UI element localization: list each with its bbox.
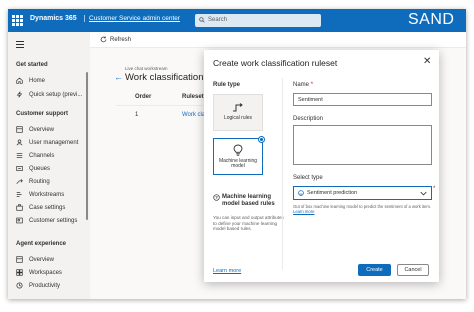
help-icon: ? bbox=[213, 194, 220, 201]
back-arrow-icon[interactable]: ← bbox=[114, 72, 123, 82]
sidebar-item-label: Customer settings bbox=[29, 217, 78, 224]
info-heading: ? Machine learning model based rules bbox=[213, 194, 287, 208]
option-label: Logical rules bbox=[223, 115, 253, 122]
sidebar-group-agent-experience: Agent experience bbox=[16, 241, 67, 247]
sidebar-item-workstreams[interactable]: Workstreams bbox=[16, 191, 64, 198]
select-type-value: Sentiment prediction bbox=[307, 190, 358, 196]
quick-setup-icon bbox=[16, 91, 23, 98]
sidebar-item-label: Workspaces bbox=[29, 269, 62, 276]
sidebar-group-get-started: Get started bbox=[16, 62, 48, 68]
refresh-icon bbox=[100, 36, 107, 43]
app-launcher-icon[interactable] bbox=[12, 15, 23, 26]
top-bar: Dynamics 365 Customer Service admin cent… bbox=[8, 9, 466, 32]
name-field[interactable]: Sentiment bbox=[293, 93, 432, 106]
create-button[interactable]: Create bbox=[358, 264, 391, 276]
description-label: Description bbox=[293, 116, 324, 122]
panel-title: Create work classification ruleset bbox=[213, 58, 338, 68]
column-header-ruleset[interactable]: Ruleset bbox=[182, 94, 204, 100]
customer-settings-icon bbox=[16, 217, 23, 224]
sidebar: Get started Home Quick setup (previ... C… bbox=[8, 32, 90, 299]
workstreams-icon bbox=[16, 192, 22, 197]
sidebar-item-label: Quick setup (previ... bbox=[29, 91, 83, 98]
create-ruleset-panel: Create work classification ruleset ✕ Rul… bbox=[204, 50, 439, 282]
select-type-dropdown[interactable]: Sentiment prediction bbox=[293, 186, 432, 200]
sidebar-item-productivity[interactable]: Productivity bbox=[16, 282, 60, 289]
sidebar-item-label: Queues bbox=[29, 165, 51, 172]
search-input[interactable]: Search bbox=[208, 17, 227, 23]
sidebar-item-overview[interactable]: Overview bbox=[16, 126, 54, 133]
svg-text:?: ? bbox=[215, 195, 218, 200]
column-header-order[interactable]: Order bbox=[135, 94, 151, 100]
name-label: Name * bbox=[293, 82, 314, 88]
chevron-down-icon bbox=[420, 191, 427, 195]
description-field[interactable] bbox=[293, 125, 432, 165]
sidebar-group-customer-support: Customer support bbox=[16, 111, 69, 117]
sidebar-item-workspaces[interactable]: Workspaces bbox=[16, 269, 62, 276]
form-section: Name * Sentiment Description Select type… bbox=[293, 82, 435, 214]
user-management-icon bbox=[16, 139, 23, 146]
home-icon bbox=[16, 77, 23, 84]
sidebar-item-label: Productivity bbox=[29, 282, 61, 289]
routing-icon bbox=[16, 179, 23, 184]
sidebar-item-queues[interactable]: Queues bbox=[16, 165, 50, 172]
sidebar-item-customer-settings[interactable]: Customer settings bbox=[16, 217, 77, 224]
environment-label: SAND bbox=[408, 11, 455, 28]
sidebar-item-label: Home bbox=[29, 77, 46, 84]
select-type-label: Select type bbox=[293, 175, 323, 181]
sidebar-item-label: Routing bbox=[29, 178, 50, 185]
command-bar: Refresh bbox=[90, 32, 466, 48]
rule-type-label: Rule type bbox=[213, 82, 241, 88]
overview-icon bbox=[16, 256, 23, 263]
case-settings-icon bbox=[16, 204, 23, 211]
option-label: Machine learning model bbox=[218, 157, 258, 169]
search-box[interactable]: Search bbox=[195, 14, 321, 27]
select-help-link[interactable]: Learn more bbox=[293, 209, 314, 214]
info-body: You can input and output attributes to d… bbox=[213, 215, 284, 231]
panel-divider bbox=[282, 78, 283, 270]
page-title: Work classification bbox=[125, 72, 204, 83]
select-help-text: Out of box machine learning model to pre… bbox=[293, 204, 432, 215]
sidebar-item-agent-overview[interactable]: Overview bbox=[16, 256, 54, 263]
table-cell-order: 1 bbox=[135, 112, 139, 118]
refresh-button[interactable]: Refresh bbox=[100, 36, 131, 43]
sidebar-item-label: Workstreams bbox=[29, 191, 65, 198]
app-window: Dynamics 365 Customer Service admin cent… bbox=[8, 9, 466, 299]
hamburger-menu-icon[interactable] bbox=[16, 41, 24, 50]
sidebar-item-case-settings[interactable]: Case settings bbox=[16, 204, 65, 211]
sidebar-item-home[interactable]: Home bbox=[16, 77, 45, 84]
sidebar-item-label: Overview bbox=[29, 126, 55, 133]
sidebar-scrollbar[interactable] bbox=[86, 72, 88, 220]
rule-type-section: Rule type Logical rules Machine learning… bbox=[213, 82, 284, 231]
productivity-icon bbox=[16, 282, 23, 289]
selected-radio-icon bbox=[258, 136, 265, 143]
logical-rules-icon bbox=[233, 103, 243, 112]
info-title: Machine learning model based rules bbox=[222, 194, 275, 207]
sidebar-item-label: Channels bbox=[29, 152, 55, 159]
sentiment-icon bbox=[298, 190, 304, 196]
learn-more-link[interactable]: Learn more bbox=[213, 268, 241, 274]
brand-name[interactable]: Dynamics 365 bbox=[30, 15, 77, 22]
sidebar-item-label: Overview bbox=[29, 256, 55, 263]
search-icon bbox=[199, 17, 205, 23]
refresh-label: Refresh bbox=[110, 36, 132, 43]
sidebar-item-label: User management bbox=[29, 139, 79, 146]
sidebar-item-channels[interactable]: Channels bbox=[16, 152, 54, 159]
close-icon[interactable]: ✕ bbox=[423, 56, 431, 67]
sidebar-item-quick-setup[interactable]: Quick setup (previ... bbox=[16, 91, 82, 98]
required-marker: * bbox=[433, 186, 436, 192]
sidebar-item-user-management[interactable]: User management bbox=[16, 139, 78, 146]
sidebar-item-label: Case settings bbox=[29, 204, 66, 211]
sidebar-item-routing[interactable]: Routing bbox=[16, 178, 50, 185]
option-machine-learning-model[interactable]: Machine learning model bbox=[213, 136, 265, 175]
breadcrumb[interactable]: Live chat workstream bbox=[125, 66, 168, 71]
lightbulb-icon bbox=[233, 144, 243, 156]
channels-icon bbox=[16, 153, 23, 158]
queues-icon bbox=[16, 166, 23, 171]
workspaces-icon bbox=[16, 269, 23, 276]
overview-icon bbox=[16, 126, 23, 133]
cancel-button[interactable]: Cancel bbox=[397, 264, 429, 276]
option-logical-rules[interactable]: Logical rules bbox=[213, 94, 263, 131]
app-name-link[interactable]: Customer Service admin center bbox=[84, 15, 180, 22]
